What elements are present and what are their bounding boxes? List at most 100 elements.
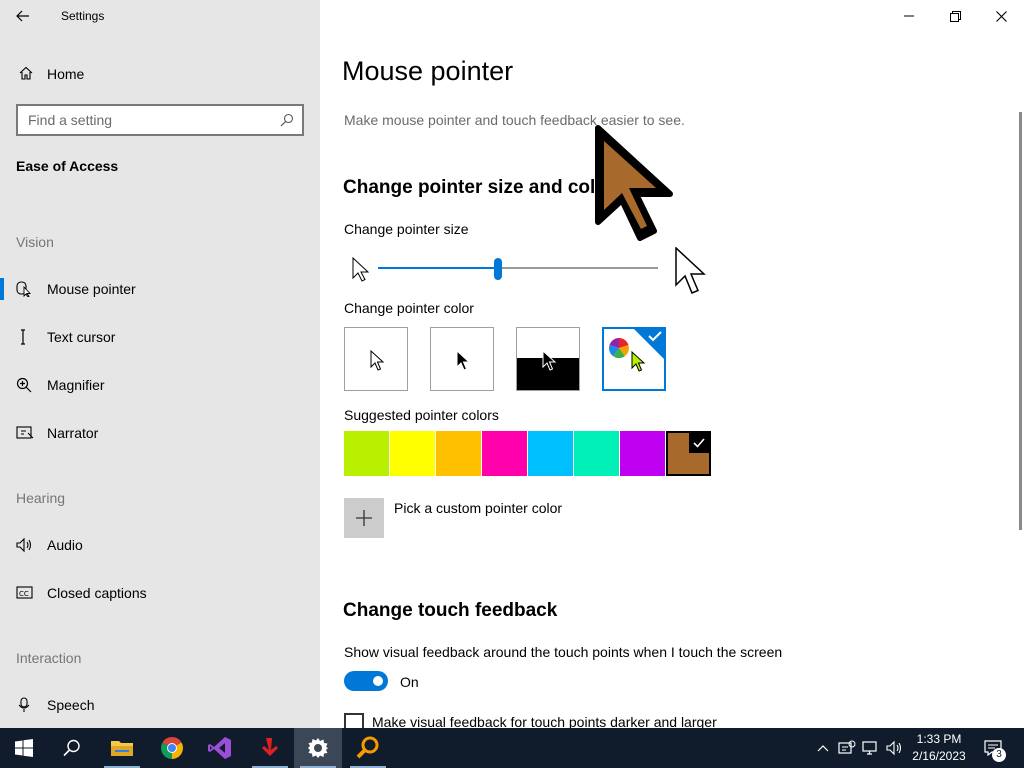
pointer-size-slider[interactable] [378,258,658,280]
suggested-color-swatch[interactable] [528,431,573,476]
start-button[interactable] [0,728,48,768]
suggested-color-swatch[interactable] [344,431,389,476]
slider-thumb[interactable] [494,258,502,280]
selected-check-icon [634,329,664,359]
slider-track-filled [378,267,498,269]
chrome-icon [161,737,183,759]
inverted-pointer-icon [542,350,557,371]
narrator-icon [16,426,34,439]
volume-button[interactable] [886,739,904,757]
sidebar-item-label: Audio [47,537,83,553]
color-wheel-icon [609,338,629,359]
sidebar-item-text-cursor[interactable]: Text cursor [0,317,320,357]
red-app-button[interactable] [246,728,294,768]
sidebar-item-label: Mouse pointer [47,281,136,297]
suggested-color-swatch[interactable] [574,431,619,476]
touch-feedback-label: Show visual feedback around the touch po… [344,644,783,660]
sidebar: Settings Home Ease of Access Vision Mous… [0,0,320,728]
tray-app-button[interactable] [838,739,856,757]
clock-date: 2/16/2023 [912,749,966,763]
visual-studio-button[interactable] [196,728,244,768]
nav-home-label: Home [47,66,85,82]
tray-app-icon [838,740,856,754]
network-button[interactable] [862,739,880,757]
home-icon [19,66,33,80]
sidebar-item-magnifier[interactable]: Magnifier [0,365,320,405]
network-icon [862,741,877,755]
large-custom-mouse-cursor-icon [595,125,673,241]
chrome-button[interactable] [148,728,196,768]
sidebar-item-closed-captions[interactable]: CC Closed captions [0,573,320,613]
visual-studio-icon [208,737,231,759]
scrollbar[interactable] [1019,112,1022,530]
magnifier-app-button[interactable] [344,728,392,768]
pointer-color-black[interactable] [430,327,494,391]
taskbar: 1:33 PM 2/16/2023 [0,728,1024,768]
sidebar-item-audio[interactable]: Audio [0,525,320,565]
app-title: Settings [61,9,105,23]
search-box [16,104,304,136]
suggested-color-swatch[interactable] [666,431,711,476]
gear-icon [308,738,328,758]
magnifier-app-icon [356,736,379,759]
pointer-color-white[interactable] [344,327,408,391]
sidebar-item-speech[interactable]: Speech [0,685,320,725]
pointer-color-custom[interactable] [602,327,666,391]
magnifier-icon [16,377,32,393]
volume-icon [886,740,902,756]
clock[interactable]: 1:33 PM 2/16/2023 [906,731,972,765]
group-label-hearing: Hearing [16,490,66,506]
swatch-check-icon [689,433,709,453]
large-pointer-icon [675,247,706,294]
suggested-color-swatch[interactable] [390,431,435,476]
windows-logo-icon [15,739,33,757]
pointer-color-inverted[interactable] [516,327,580,391]
sidebar-item-label: Speech [47,697,95,713]
close-button[interactable] [978,0,1024,32]
taskbar-search-button[interactable] [48,728,96,768]
white-pointer-icon [370,350,385,371]
group-label-vision: Vision [16,234,54,250]
show-hidden-icons-button[interactable] [814,739,832,757]
restore-button[interactable] [932,0,978,32]
section-title: Ease of Access [16,158,119,174]
black-pointer-icon [456,350,471,371]
chevron-up-icon [817,745,829,752]
minimize-icon [904,15,914,17]
file-explorer-button[interactable] [98,728,146,768]
suggested-colors-label: Suggested pointer colors [344,407,499,423]
speaker-icon [16,537,32,553]
pick-custom-color-button[interactable] [344,498,384,538]
sidebar-item-label: Text cursor [47,329,116,345]
sidebar-item-label: Magnifier [47,377,105,393]
suggested-color-swatch[interactable] [436,431,481,476]
microphone-icon [18,697,30,712]
search-icon [63,739,80,757]
sidebar-item-narrator[interactable]: Narrator [0,413,320,453]
pointer-size-label: Change pointer size [344,221,469,237]
page-title: Mouse pointer [342,56,514,86]
touch-feedback-toggle[interactable] [344,671,388,691]
darker-feedback-checkbox[interactable] [344,713,364,728]
toggle-knob [373,676,383,686]
folder-icon [111,741,133,756]
search-input[interactable] [18,106,268,134]
plus-icon [356,510,372,526]
nav-home[interactable]: Home [0,56,320,90]
toggle-state-label: On [400,674,419,690]
sidebar-item-mouse-pointer[interactable]: Mouse pointer [0,269,320,309]
suggested-color-swatch[interactable] [482,431,527,476]
red-app-icon [262,738,278,756]
clock-time: 1:33 PM [916,732,962,746]
minimize-button[interactable] [886,0,932,32]
back-button[interactable] [10,5,36,27]
text-cursor-icon [21,329,25,345]
notification-count-badge: 3 [992,748,1006,762]
darker-feedback-label: Make visual feedback for touch points da… [372,714,717,728]
mouse-pointer-icon [16,281,32,297]
suggested-color-swatch[interactable] [620,431,665,476]
settings-taskbar-button[interactable] [294,728,342,768]
search-icon[interactable] [280,113,294,127]
touch-feedback-heading: Change touch feedback [343,600,558,621]
pick-custom-color-label[interactable]: Pick a custom pointer color [394,500,562,516]
